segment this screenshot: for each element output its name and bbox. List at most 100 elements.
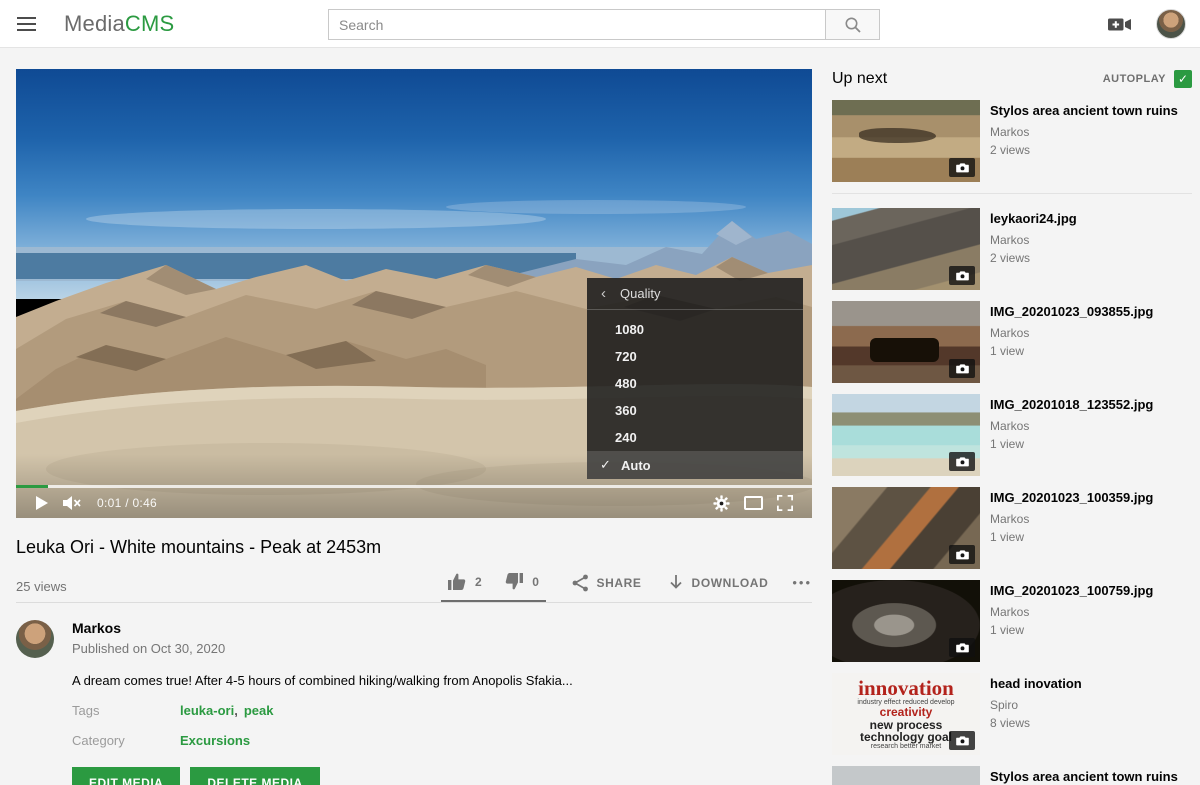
play-button[interactable] — [28, 488, 55, 518]
theater-mode-icon[interactable] — [737, 488, 770, 518]
media-thumbnail[interactable] — [832, 301, 980, 383]
up-next-item[interactable]: Stylos area ancient town ruins Markos 2 … — [832, 100, 1192, 182]
quality-option[interactable]: 480 — [587, 370, 803, 397]
up-next-item-author[interactable]: Markos — [990, 233, 1077, 247]
up-next-item-views: 1 view — [990, 623, 1153, 637]
app-logo[interactable]: MediaCMS — [64, 11, 174, 37]
download-button[interactable]: DOWNLOAD — [668, 574, 769, 601]
top-bar: MediaCMS — [0, 0, 1200, 48]
quality-option[interactable]: 720 — [587, 343, 803, 370]
tag-link[interactable]: peak — [244, 703, 274, 718]
up-next-list: Stylos area ancient town ruins Markos 2 … — [832, 100, 1192, 785]
up-next-item-author[interactable]: Markos — [990, 512, 1153, 526]
camera-icon — [956, 642, 969, 653]
up-next-item-views: 1 view — [990, 344, 1153, 358]
up-next-item[interactable]: IMG_20201018_123552.jpg Markos 1 view — [832, 394, 1192, 476]
up-next-item-views: 2 views — [990, 143, 1178, 157]
up-next-item-author[interactable]: Markos — [990, 605, 1153, 619]
back-icon: ‹ — [601, 285, 606, 302]
mute-icon[interactable] — [55, 488, 89, 518]
menu-icon[interactable] — [4, 0, 48, 48]
up-next-item-title[interactable]: IMG_20201023_100759.jpg — [990, 582, 1153, 599]
up-next-item-author[interactable]: Markos — [990, 125, 1178, 139]
settings-gear-icon[interactable] — [706, 488, 737, 518]
up-next-item-title[interactable]: Stylos area ancient town ruins — [990, 102, 1178, 119]
media-thumbnail[interactable] — [832, 580, 980, 662]
check-icon: ✓ — [1178, 72, 1188, 86]
fullscreen-icon[interactable] — [770, 488, 800, 518]
rating-group: 2 0 — [441, 572, 546, 602]
video-player[interactable]: ‹ Quality 1080 720 480 360 240 ✓ Auto — [16, 69, 812, 518]
quality-menu: ‹ Quality 1080 720 480 360 240 ✓ Auto — [587, 278, 803, 479]
dislike-button[interactable]: 0 — [504, 572, 539, 591]
camera-icon — [956, 270, 969, 281]
up-next-item[interactable]: IMG_20201023_100359.jpg Markos 1 view — [832, 487, 1192, 569]
search-input[interactable] — [328, 9, 826, 40]
media-thumbnail[interactable] — [832, 208, 980, 290]
share-label: SHARE — [597, 576, 642, 590]
author-avatar[interactable] — [16, 620, 54, 658]
up-next-item-author[interactable]: Markos — [990, 326, 1153, 340]
up-next-item-title[interactable]: leykaori24.jpg — [990, 210, 1077, 227]
up-next-item[interactable]: Stylos area ancient town ruins — [832, 766, 1192, 785]
more-actions-icon[interactable]: ••• — [792, 575, 812, 599]
user-avatar[interactable] — [1156, 9, 1186, 39]
quality-options: 1080 720 480 360 240 ✓ Auto — [587, 310, 803, 479]
up-next-item-title[interactable]: head inovation — [990, 675, 1082, 692]
player-controls: 0:01 / 0:46 — [16, 488, 812, 518]
up-next-item-title[interactable]: IMG_20201023_100359.jpg — [990, 489, 1153, 506]
autoplay-label: AUTOPLAY — [1103, 73, 1166, 85]
category-link[interactable]: Excursions — [180, 733, 250, 748]
logo-cms: CMS — [125, 11, 175, 36]
up-next-item[interactable]: IMG_20201023_093855.jpg Markos 1 view — [832, 301, 1192, 383]
camera-icon — [956, 735, 969, 746]
up-next-item[interactable]: leykaori24.jpg Markos 2 views — [832, 208, 1192, 290]
up-next-item-title[interactable]: IMG_20201018_123552.jpg — [990, 396, 1153, 413]
media-thumbnail[interactable] — [832, 487, 980, 569]
camera-icon — [956, 363, 969, 374]
up-next-item-title[interactable]: Stylos area ancient town ruins — [990, 768, 1178, 785]
quality-option[interactable]: 1080 — [587, 316, 803, 343]
search-button[interactable] — [826, 9, 880, 40]
up-next-item-views: 2 views — [990, 251, 1077, 265]
camera-badge — [949, 545, 975, 564]
camera-icon — [956, 162, 969, 173]
time-display: 0:01 / 0:46 — [97, 496, 157, 510]
autoplay-checkbox[interactable]: ✓ — [1174, 70, 1192, 88]
edit-media-button[interactable]: EDIT MEDIA — [72, 767, 180, 785]
share-button[interactable]: SHARE — [572, 574, 642, 601]
media-thumbnail[interactable] — [832, 100, 980, 182]
logo-media: Media — [64, 11, 125, 36]
quality-option[interactable]: 360 — [587, 397, 803, 424]
up-next-item[interactable]: IMG_20201023_100759.jpg Markos 1 view — [832, 580, 1192, 662]
up-next-item-author[interactable]: Markos — [990, 419, 1153, 433]
up-next-item-title[interactable]: IMG_20201023_093855.jpg — [990, 303, 1153, 320]
delete-media-button[interactable]: DELETE MEDIA — [190, 767, 319, 785]
up-next-divider — [832, 193, 1192, 194]
quality-option[interactable]: ✓ Auto — [587, 451, 803, 479]
camera-badge — [949, 731, 975, 750]
upload-media-icon[interactable] — [1108, 16, 1132, 33]
up-next-item[interactable]: innovationindustry effect reduced develo… — [832, 673, 1192, 755]
camera-icon — [956, 456, 969, 467]
quality-menu-header[interactable]: ‹ Quality — [587, 278, 803, 310]
media-thumbnail[interactable] — [832, 394, 980, 476]
thumb-up-icon — [447, 572, 467, 591]
quality-option[interactable]: 240 — [587, 424, 803, 451]
media-thumbnail[interactable] — [832, 766, 980, 785]
like-button[interactable]: 2 — [447, 572, 482, 591]
view-count: 25 views — [16, 579, 67, 602]
up-next-title: Up next — [832, 70, 887, 88]
category-label: Category — [72, 733, 180, 748]
info-divider — [16, 602, 812, 603]
quality-menu-title: Quality — [620, 286, 660, 301]
author-name[interactable]: Markos — [72, 620, 225, 636]
search-icon — [844, 16, 862, 34]
camera-badge — [949, 359, 975, 378]
search-bar — [328, 9, 880, 40]
media-thumbnail[interactable]: innovationindustry effect reduced develo… — [832, 673, 980, 755]
download-label: DOWNLOAD — [692, 576, 769, 590]
camera-badge — [949, 452, 975, 471]
up-next-item-author[interactable]: Spiro — [990, 698, 1082, 712]
tag-link[interactable]: leuka-ori — [180, 703, 234, 718]
